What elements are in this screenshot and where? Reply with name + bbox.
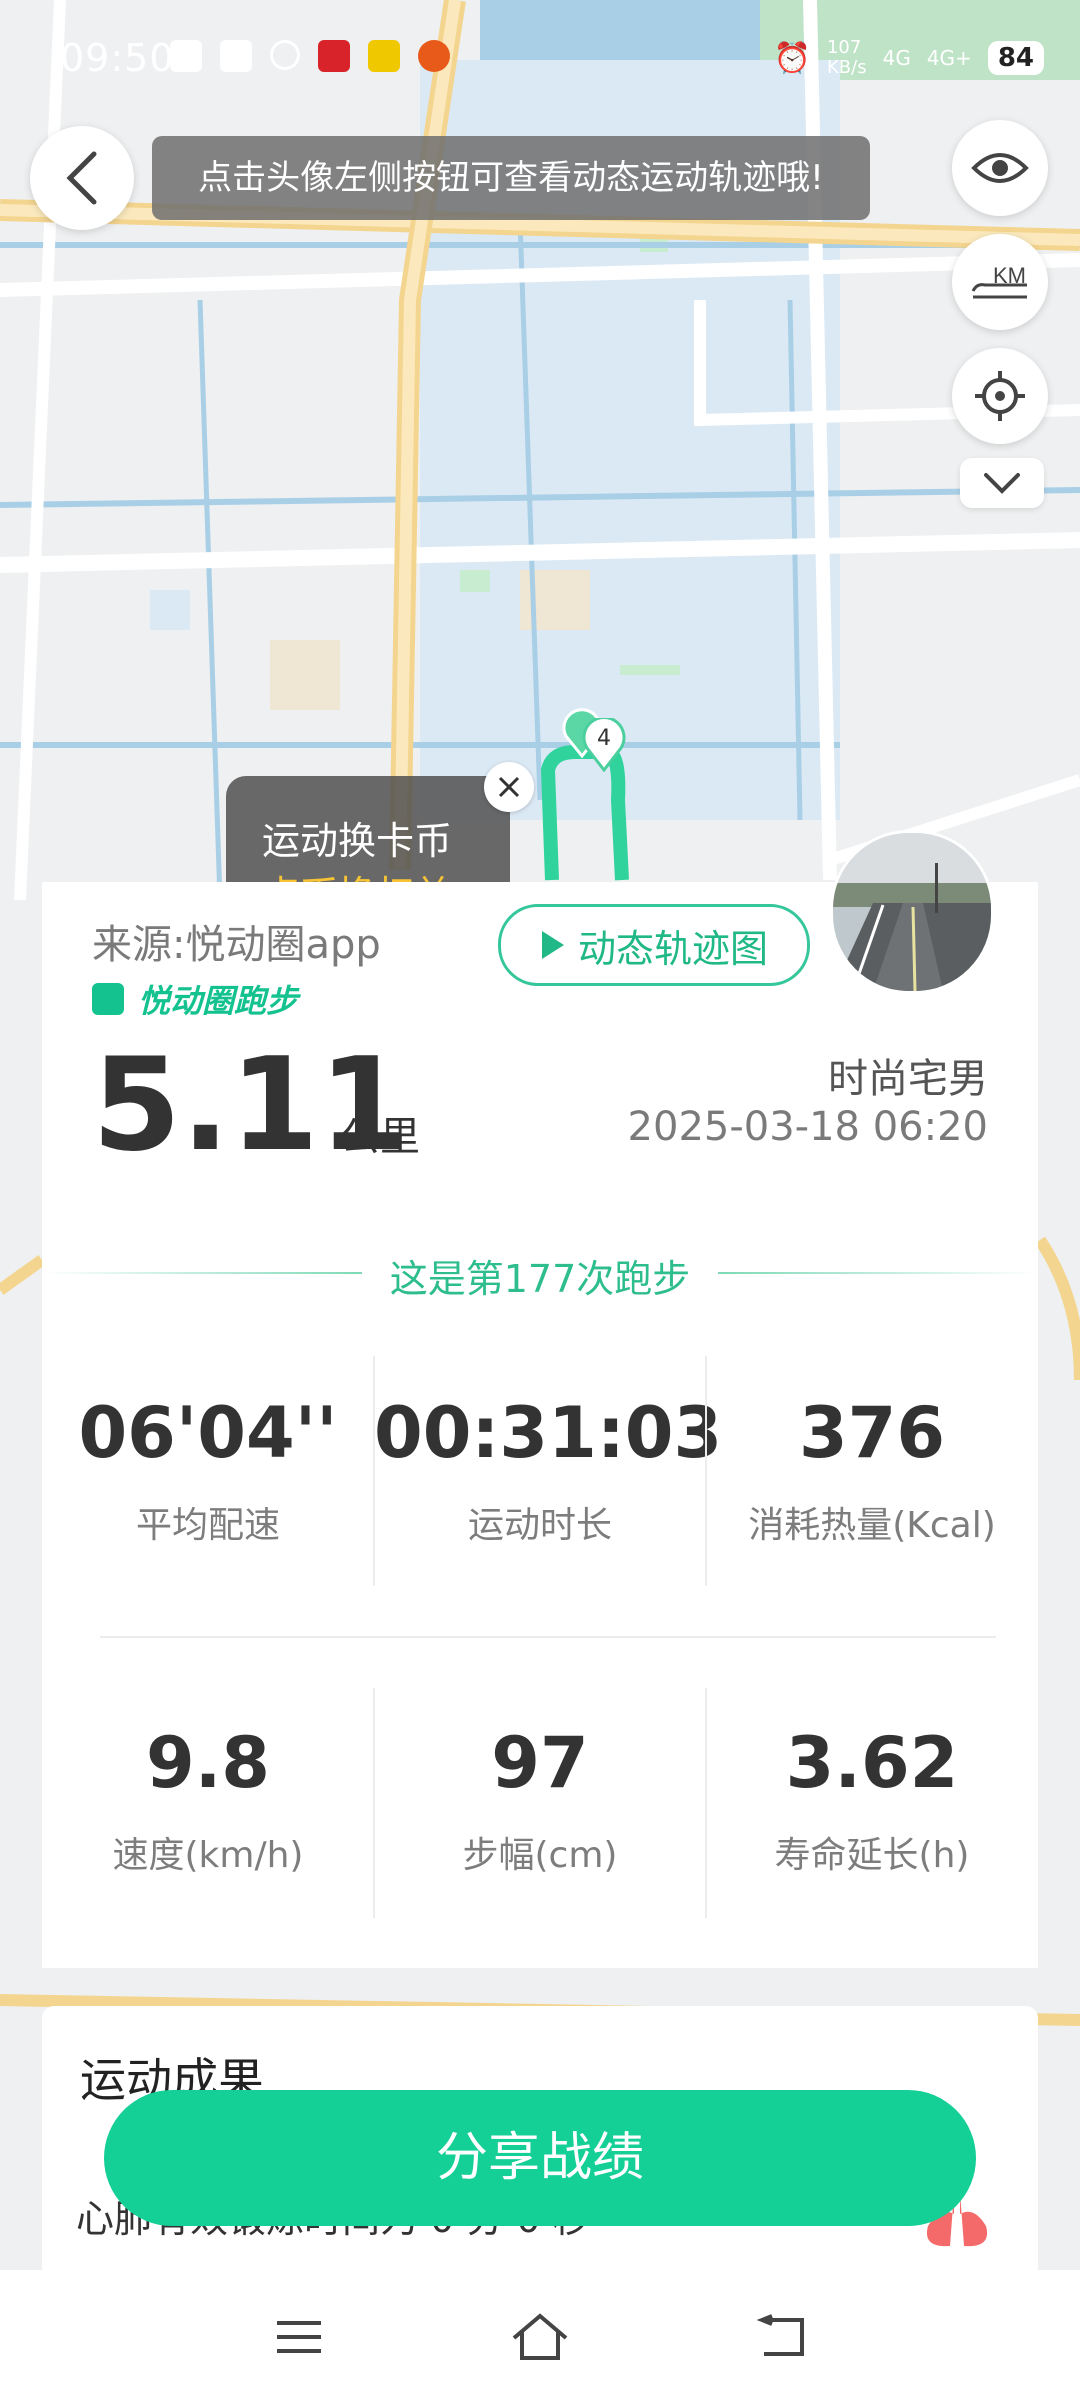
run-count-divider: 这是第177次跑步 [42,1248,1038,1301]
battery-level: 84 [987,41,1044,75]
back-arrow-icon [756,2314,804,2356]
card-notification-icon [220,40,252,72]
kilometer-marker-label: 4 [597,726,611,751]
app-notification-icon [170,40,202,72]
home-icon [512,2313,568,2360]
chevron-left-icon [66,151,97,205]
yellow-app-icon [368,40,400,72]
brand-name: 悦动圈跑步 [138,982,299,1020]
stat-label: 消耗热量(Kcal) [748,1505,996,1546]
locate-button[interactable] [952,348,1048,444]
alarm-icon: ⏰ [773,40,811,76]
stat-label: 平均配速 [135,1505,280,1546]
stat-speed: 9.8 速度(km/h) [42,1718,374,1878]
stat-label: 运动时长 [467,1505,612,1546]
menu-icon [277,2321,321,2353]
stat-duration: 00:31:03 运动时长 [374,1388,723,1548]
play-icon [541,931,564,959]
distance-unit: 公里 [340,1114,420,1160]
dynamic-track-button[interactable]: 动态轨迹图 [498,904,810,986]
chevron-down-icon [984,473,1020,494]
eye-icon [971,153,1029,183]
divider [705,1688,707,1918]
source-label: 来源:悦动圈app [92,922,381,968]
stat-value: 9.8 [145,1722,270,1804]
avatar[interactable] [830,830,994,994]
share-results-button[interactable]: 分享战绩 [104,2090,976,2226]
back-button[interactable] [30,126,134,230]
user-name: 时尚宅男 [828,1056,988,1102]
stat-value: 3.62 [785,1722,959,1804]
divider [373,1688,375,1918]
stat-life-extension: 3.62 寿命延长(h) [706,1718,1038,1878]
stat-value: 376 [798,1392,946,1474]
stat-label: 寿命延长(h) [774,1835,970,1876]
stat-value: 06'04'' [78,1392,338,1474]
promo-line-1: 运动换卡币 [262,819,453,863]
brand-logo-icon [92,983,124,1015]
stat-avg-pace: 06'04'' 平均配速 [42,1388,374,1548]
menu-button[interactable] [264,2302,334,2372]
collapse-button[interactable] [960,458,1044,508]
status-bar: 09:50 ⏰ 107 KB/s 4G 4G+ 84 [0,0,1080,110]
stat-label: 步幅(cm) [462,1835,618,1876]
kilometer-marker: 4 [580,718,628,772]
dynamic-track-label: 动态轨迹图 [577,926,768,971]
visibility-toggle-button[interactable] [952,120,1048,216]
back-nav-button[interactable] [746,2302,816,2372]
status-right: ⏰ 107 KB/s 4G 4G+ 84 [774,38,1044,78]
divider [373,1356,375,1586]
stat-stride: 97 步幅(cm) [374,1718,706,1878]
run-count: 这是第177次跑步 [389,1257,691,1301]
stat-label: 速度(km/h) [112,1835,304,1876]
tip-banner: 点击头像左侧按钮可查看动态运动轨迹哦! [152,136,870,220]
run-datetime: 2025-03-18 06:20 [627,1104,988,1150]
status-time: 09:50 [60,36,175,80]
crosshair-icon [975,371,1025,421]
network-speed: 107 KB/s [826,37,867,78]
promo-close-button[interactable] [484,762,534,812]
stat-value: 00:31:03 [374,1392,723,1474]
notification-icons [170,40,450,72]
red-app-icon [318,40,350,72]
home-button[interactable] [505,2302,575,2372]
km-icon: KM [971,263,1027,299]
system-nav-bar [0,2270,1080,2400]
km-marker-toggle-button[interactable]: KM [952,234,1048,330]
stat-calories: 376 消耗热量(Kcal) [706,1388,1038,1548]
divider-right [718,1272,1038,1274]
location-icon [270,40,300,70]
stat-value: 97 [491,1722,589,1804]
signal-1: 4G [882,46,911,70]
orange-app-icon [418,40,450,72]
divider [100,1636,996,1638]
signal-2: 4G+ [926,46,972,70]
close-icon [498,776,520,798]
brand: 悦动圈跑步 [92,976,298,1022]
divider [705,1356,707,1586]
